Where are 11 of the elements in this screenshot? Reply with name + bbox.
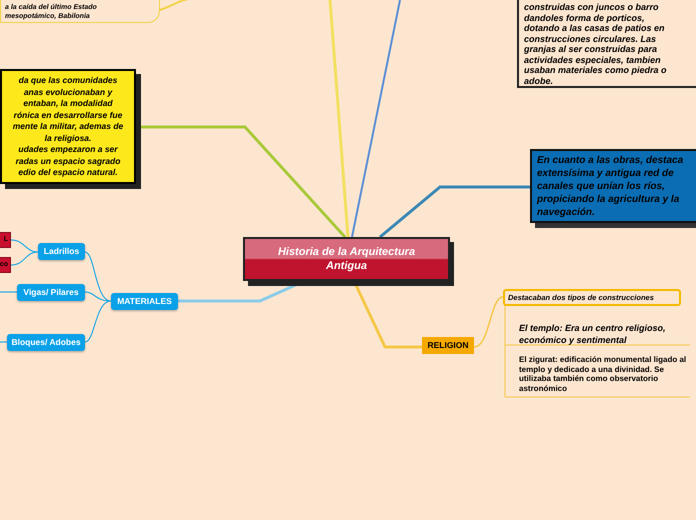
topic-node[interactable]: MATERIALES: [111, 293, 178, 310]
note-card: da que las comunidades anas evolucionaban y entaban, la modalidad rónica en desarrollarse fue mente la militar, ademas de la religiosa. udades empezaron a ser radas un espacio sagrado edio del espacio natural.: [0, 69, 136, 184]
subtopic-text: El zigurat: edificación monumental ligado al templo y dedicado a una divinidad. Se utilizaba también como observatorio astronómico: [519, 355, 688, 393]
subtopic-text: El templo: Era un centro religioso, económico y sentimental: [519, 322, 667, 346]
central-topic[interactable]: Historia de la Arquitectura Antigua: [243, 237, 450, 281]
topic-node[interactable]: Ladrillos: [38, 243, 85, 260]
topic-node[interactable]: Bloques/ Adobes: [7, 334, 85, 351]
topic-node[interactable]: RELIGION: [422, 337, 474, 354]
note-card: En cuanto a las obras, destaca extensísima y antigua red de canales que unían los ríos, propiciando la agricultura y la navegación.: [530, 149, 696, 223]
topic-node[interactable]: Vigas/ Pilares: [17, 284, 85, 301]
note-card: construidas con juncos o barro dandoles forma de porticos, dotando a las casas de patios en construcciones circulares. Las granjas al ser construidas para actividades especiales, tambien usaban materiales como piedra o adobe.: [517, 0, 696, 88]
